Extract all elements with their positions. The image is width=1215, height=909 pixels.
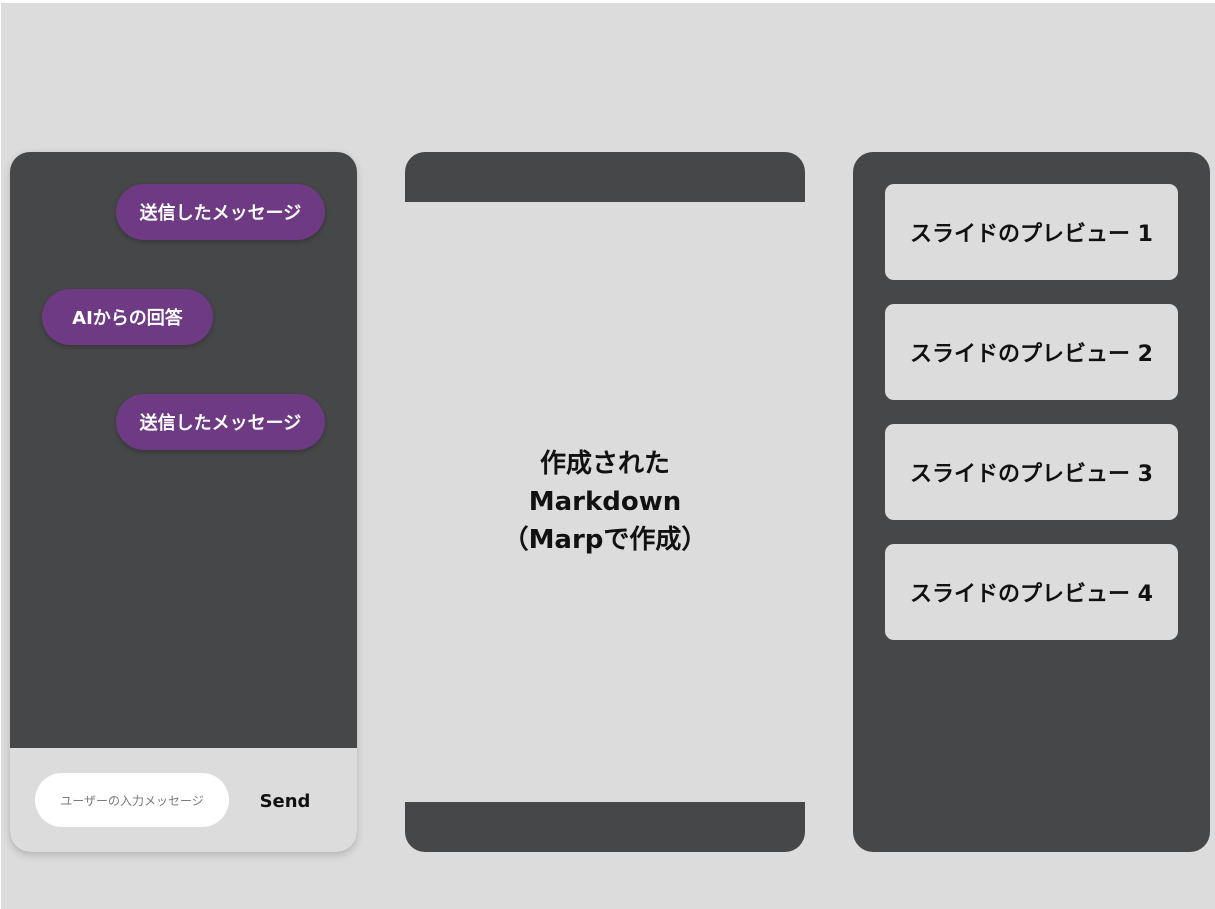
markdown-panel: 作成された Markdown （Marpで作成） (405, 152, 805, 852)
slide-preview-1[interactable]: スライドのプレビュー 1 (885, 184, 1178, 280)
ai-response-bubble: AIからの回答 (42, 289, 213, 345)
markdown-viewer: 作成された Markdown （Marpで作成） (405, 202, 805, 802)
message-text: 送信したメッセージ (139, 203, 302, 224)
message-text: AIからの回答 (72, 308, 183, 329)
chat-input-bar: ユーザーの入力メッセージ Send (10, 748, 357, 852)
slide-preview-2[interactable]: スライドのプレビュー 2 (885, 304, 1178, 400)
slide-preview-panel: スライドのプレビュー 1 スライドのプレビュー 2 スライドのプレビュー 3 ス… (853, 152, 1210, 852)
slide-preview-3[interactable]: スライドのプレビュー 3 (885, 424, 1178, 520)
app-background: 送信したメッセージ AIからの回答 送信したメッセージ ユーザーの入力メッセージ… (1, 3, 1215, 909)
markdown-text: 作成された Markdown （Marpで作成） (502, 449, 708, 555)
send-button[interactable]: Send (255, 786, 315, 816)
sent-message-bubble: 送信したメッセージ (116, 184, 325, 240)
sent-message-bubble: 送信したメッセージ (116, 394, 325, 450)
slide-preview-4[interactable]: スライドのプレビュー 4 (885, 544, 1178, 640)
chat-panel: 送信したメッセージ AIからの回答 送信したメッセージ ユーザーの入力メッセージ… (10, 152, 357, 852)
input-placeholder: ユーザーの入力メッセージ (60, 793, 204, 808)
message-input[interactable]: ユーザーの入力メッセージ (35, 773, 229, 827)
message-text: 送信したメッセージ (139, 413, 302, 434)
